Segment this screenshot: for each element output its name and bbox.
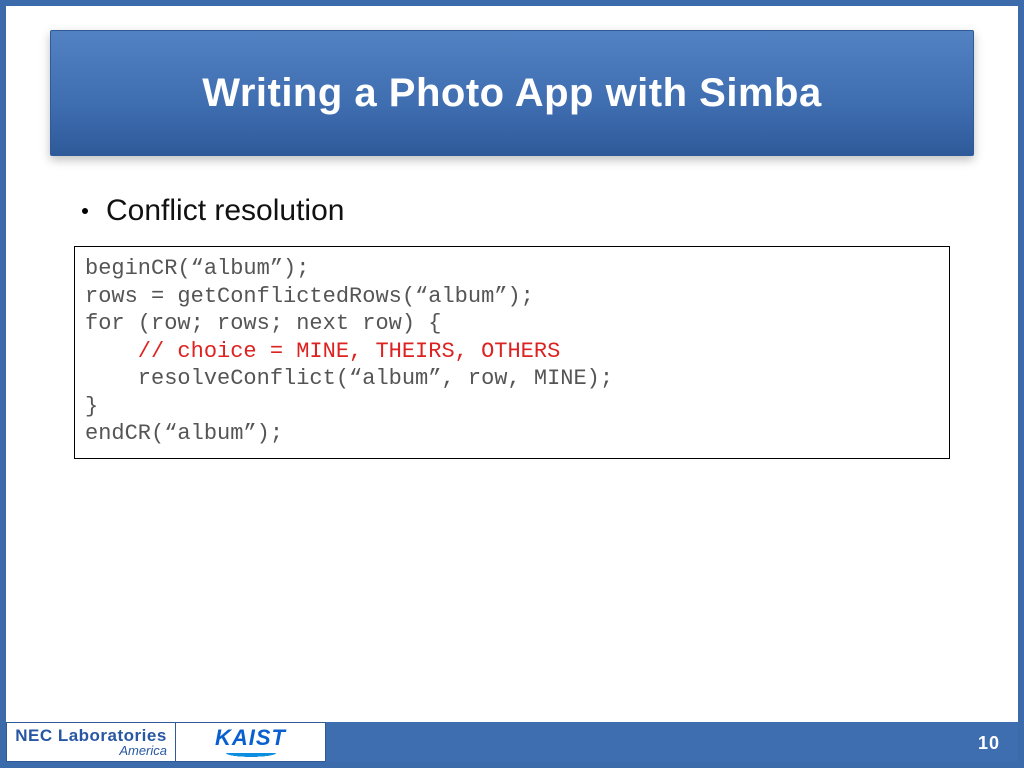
logo-kaist-text: KAIST — [215, 725, 286, 751]
title-bar: Writing a Photo App with Simba — [50, 30, 974, 156]
page-number: 10 — [978, 733, 1000, 754]
logo-kaist-swoosh-icon — [206, 753, 296, 760]
code-line-comment: // choice = MINE, THEIRS, OTHERS — [85, 338, 939, 366]
code-line: for (row; rows; next row) { — [85, 310, 939, 338]
code-line: endCR(“album”); — [85, 420, 939, 448]
code-line: resolveConflict(“album”, row, MINE); — [85, 365, 939, 393]
bullet-dot-icon — [82, 208, 88, 214]
logo-kaist: KAIST — [176, 722, 326, 762]
footer-logos: NEC Laboratories America KAIST — [6, 722, 326, 762]
footer-bar: NEC Laboratories America KAIST 10 — [6, 722, 1018, 762]
logo-nec-line1: NEC Laboratories — [15, 727, 167, 744]
logo-nec: NEC Laboratories America — [6, 722, 176, 762]
code-line: rows = getConflictedRows(“album”); — [85, 283, 939, 311]
code-line: beginCR(“album”); — [85, 255, 939, 283]
logo-nec-line2: America — [119, 744, 167, 757]
bullet-text: Conflict resolution — [106, 194, 344, 228]
slide-inner: Writing a Photo App with Simba Conflict … — [20, 20, 1004, 728]
slide-frame: Writing a Photo App with Simba Conflict … — [0, 0, 1024, 768]
code-line: } — [85, 393, 939, 421]
code-block: beginCR(“album”);rows = getConflictedRow… — [74, 246, 950, 459]
bullet-item: Conflict resolution — [70, 194, 954, 228]
slide-title: Writing a Photo App with Simba — [202, 71, 821, 116]
content-area: Conflict resolution beginCR(“album”);row… — [70, 194, 954, 459]
